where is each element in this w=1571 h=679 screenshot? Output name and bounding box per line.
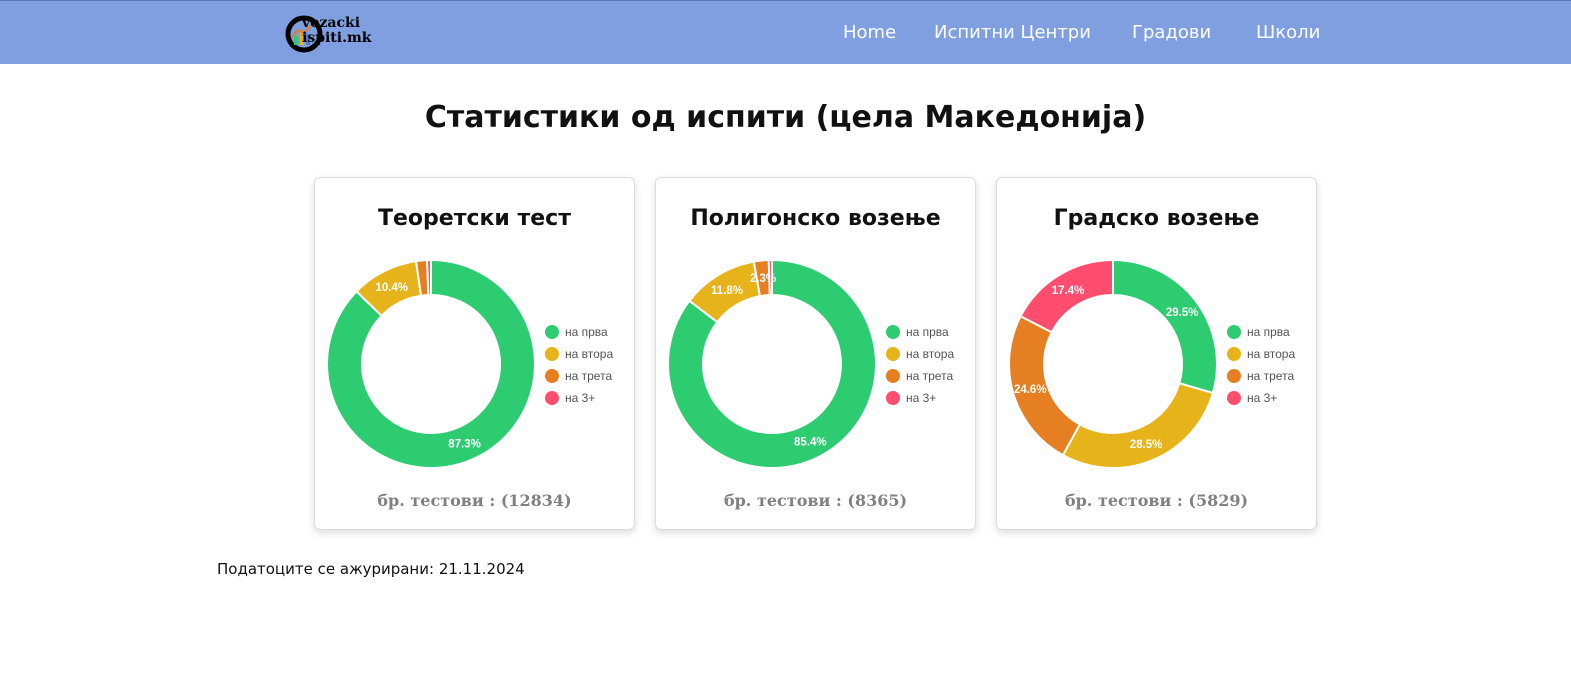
- donut-chart[interactable]: 87.3% 10.4%: [325, 258, 537, 470]
- donut-svg: 87.3% 10.4%: [326, 258, 536, 469]
- nav-exam-centers[interactable]: Испитни Центри: [934, 22, 1091, 43]
- legend-item[interactable]: на втора: [545, 343, 613, 365]
- slice-value-label: 24.6%: [1014, 384, 1047, 396]
- legend-item[interactable]: на втора: [886, 343, 954, 365]
- donut-slice[interactable]: [1112, 258, 1218, 395]
- donut-slice[interactable]: [426, 258, 432, 297]
- legend-label: на втора: [906, 347, 955, 361]
- legend-color-dot: [886, 391, 900, 405]
- page-title: Статистики од испити (цела Македонија): [424, 100, 1147, 135]
- nav-home[interactable]: Home: [843, 22, 896, 43]
- legend-color-dot: [1227, 369, 1241, 383]
- nav-cities[interactable]: Градови: [1132, 22, 1211, 43]
- legend-item[interactable]: на 3+: [886, 387, 954, 409]
- legend-label: на втора: [565, 347, 614, 361]
- test-count: бр. тестови : (12834): [377, 491, 572, 510]
- legend-item[interactable]: на трета: [886, 365, 954, 387]
- test-count: бр. тестови : (5829): [1064, 491, 1249, 510]
- logo-text: vozacki ispiti.mk: [302, 16, 371, 46]
- legend-label: на прва: [906, 325, 949, 339]
- legend-color-dot: [545, 391, 559, 405]
- card-title: Полигонско возење: [690, 206, 941, 231]
- legend-label: на трета: [906, 369, 954, 383]
- legend-color-dot: [545, 369, 559, 383]
- legend-label: на трета: [1247, 369, 1295, 383]
- chart-legend: на прва на втора на трета на 3+: [545, 321, 613, 409]
- donut-svg: 85.4%11.8%2.3%: [667, 258, 877, 469]
- chart-legend: на прва на втора на трета на 3+: [886, 321, 954, 409]
- legend-label: на трета: [565, 369, 613, 383]
- donut-slice[interactable]: [1061, 382, 1215, 469]
- slice-value-label: 28.5%: [1130, 439, 1163, 451]
- donut-chart[interactable]: 85.4% 11.8% 2.3%: [666, 258, 878, 470]
- legend-item[interactable]: на трета: [545, 365, 613, 387]
- legend-label: на 3+: [1247, 391, 1278, 405]
- slice-value-label: 11.8%: [711, 285, 743, 297]
- legend-label: на втора: [1247, 347, 1296, 361]
- legend-label: на 3+: [906, 391, 937, 405]
- donut-slice[interactable]: [767, 258, 773, 297]
- legend-color-dot: [886, 369, 900, 383]
- stats-card-polygon: Полигонско возење 85.4% 11.8% 2.3% на прва…: [655, 177, 976, 530]
- legend-label: на прва: [565, 325, 608, 339]
- stats-card-theory: Теоретски тест 87.3% 10.4% на прва на втор…: [314, 177, 635, 530]
- slice-value-label: 85.4%: [794, 437, 827, 449]
- logo-line-2: ispiti.mk: [302, 30, 372, 46]
- legend-color-dot: [1227, 391, 1241, 405]
- legend-item[interactable]: на 3+: [1227, 387, 1295, 409]
- chart-legend: на прва на втора на трета на 3+: [1227, 321, 1295, 409]
- legend-item[interactable]: на прва: [886, 321, 954, 343]
- site-logo[interactable]: vozacki ispiti.mk: [284, 10, 371, 56]
- legend-item[interactable]: на 3+: [545, 387, 613, 409]
- stats-card-city: Градско возење 29.5% 28.5% 24.6% 17.4% на п…: [996, 177, 1317, 530]
- slice-value-label: 29.5%: [1166, 307, 1199, 319]
- card-title: Градско возење: [1053, 206, 1260, 231]
- legend-color-dot: [545, 347, 559, 361]
- legend-color-dot: [886, 347, 900, 361]
- data-updated-note: Податоците се ажурирани: 21.11.2024: [217, 560, 525, 578]
- legend-item[interactable]: на втора: [1227, 343, 1295, 365]
- donut-svg: 29.5% 28.5% 24.6% 17.4%: [1008, 258, 1218, 469]
- legend-color-dot: [886, 325, 900, 339]
- slice-value-label: 10.4%: [375, 282, 408, 294]
- nav-schools[interactable]: Школи: [1256, 22, 1320, 43]
- legend-item[interactable]: на прва: [1227, 321, 1295, 343]
- legend-item[interactable]: на прва: [545, 321, 613, 343]
- logo-line-1: vozacki: [302, 15, 361, 31]
- legend-color-dot: [1227, 325, 1241, 339]
- donut-chart[interactable]: 29.5% 28.5% 24.6% 17.4%: [1007, 258, 1219, 470]
- legend-color-dot: [545, 325, 559, 339]
- card-title: Теоретски тест: [378, 206, 571, 231]
- legend-label: на 3+: [565, 391, 596, 405]
- top-navbar: vozacki ispiti.mk Home Испитни Центри Гр…: [0, 0, 1571, 64]
- slice-value-label: 87.3%: [448, 439, 481, 451]
- legend-item[interactable]: на трета: [1227, 365, 1295, 387]
- legend-label: на прва: [1247, 325, 1290, 339]
- test-count: бр. тестови : (8365): [723, 491, 908, 510]
- slice-value-label: 17.4%: [1052, 285, 1085, 297]
- legend-color-dot: [1227, 347, 1241, 361]
